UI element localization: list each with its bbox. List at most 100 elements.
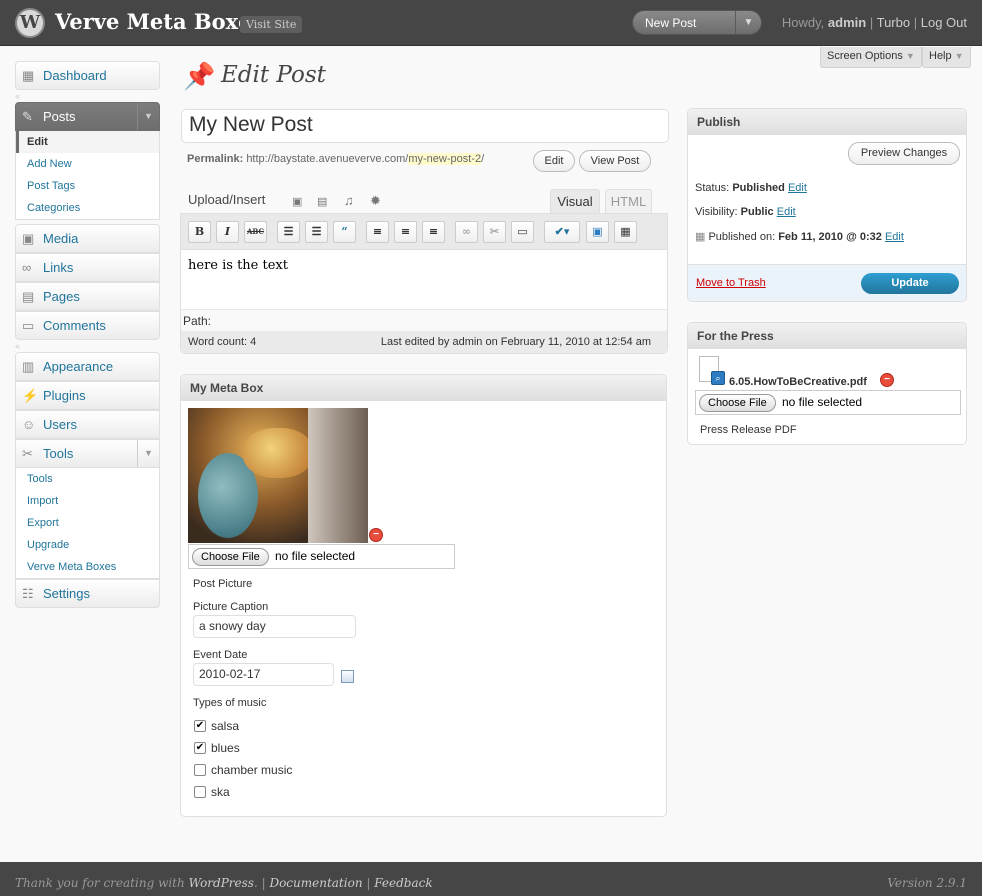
calendar-icon[interactable] (341, 670, 354, 683)
edit-date-link[interactable]: Edit (885, 231, 904, 243)
editor-content[interactable]: here is the text (188, 258, 288, 273)
caption-label: Picture Caption (193, 601, 269, 613)
post-title-input[interactable]: My New Post (181, 109, 669, 143)
submenu-edit[interactable]: Edit (16, 131, 159, 153)
align-left-icon[interactable]: ≡ (366, 221, 389, 243)
fullscreen-icon[interactable]: ▣ (586, 221, 609, 243)
view-post-button[interactable]: View Post (579, 150, 651, 172)
edit-status-link[interactable]: Edit (788, 182, 807, 194)
permalink-slug[interactable]: my-new-post-2 (408, 153, 482, 165)
menu-comments[interactable]: ▭ Comments (15, 311, 160, 340)
press-box-title[interactable]: For the Press (688, 323, 966, 349)
strikethrough-button[interactable]: ABC (244, 221, 267, 243)
menu-posts[interactable]: ✎ Posts ▼ (15, 102, 160, 131)
tab-html[interactable]: HTML (605, 189, 652, 214)
menu-tools[interactable]: ✂ Tools ▼ (15, 439, 160, 468)
spellcheck-icon[interactable]: ✔▾ (544, 221, 580, 243)
menu-links[interactable]: ∞ Links (15, 253, 160, 282)
choose-file-button[interactable]: Choose File (192, 548, 269, 566)
move-to-trash-link[interactable]: Move to Trash (696, 277, 766, 289)
no-file-text: no file selected (782, 395, 863, 409)
kitchen-sink-icon[interactable]: ▦ (614, 221, 637, 243)
press-release-label: Press Release PDF (700, 424, 797, 436)
align-right-icon[interactable]: ≡ (422, 221, 445, 243)
turbo-link[interactable]: Turbo (877, 15, 910, 30)
post-picture-image (188, 408, 368, 543)
for-the-press-box: For the Press ⌕ 6.05.HowToBeCreative.pdf… (687, 322, 967, 445)
add-media-icon[interactable]: ✹ (370, 193, 381, 209)
menu-dashboard[interactable]: ▦ Dashboard (15, 61, 160, 90)
add-image-icon[interactable]: ▣ (292, 195, 302, 208)
visibility-row: Visibility: Public Edit (695, 206, 796, 218)
update-button[interactable]: Update (861, 273, 959, 294)
submenu-verve-meta-boxes[interactable]: Verve Meta Boxes (16, 556, 159, 578)
more-tag-icon[interactable]: ▭ (511, 221, 534, 243)
chevron-down-icon[interactable]: ▼ (137, 103, 159, 130)
blues-checkbox[interactable]: ✔ (194, 742, 206, 754)
favorite-actions-dropdown[interactable]: New Post ▼ (632, 10, 762, 35)
pdf-file-input[interactable]: Choose File no file selected (695, 390, 961, 415)
word-count: Word count: 4 (188, 336, 257, 348)
status-row: Status: Published Edit (695, 182, 807, 194)
blockquote-icon[interactable]: “ (333, 221, 356, 243)
version-text: Version 2.9.1 (887, 876, 967, 890)
bullet-list-icon[interactable]: ☰ (277, 221, 300, 243)
align-center-icon[interactable]: ≡ (394, 221, 417, 243)
menu-plugins[interactable]: ⚡ Plugins (15, 381, 160, 410)
link-icon[interactable]: ∞ (455, 221, 478, 243)
visit-site-button[interactable]: Visit Site (240, 16, 303, 33)
ska-checkbox[interactable] (194, 786, 206, 798)
username-link[interactable]: admin (828, 15, 866, 30)
menu-pages[interactable]: ▤ Pages (15, 282, 160, 311)
users-icon: ☺ (22, 417, 36, 432)
pdf-filename[interactable]: 6.05.HowToBeCreative.pdf (729, 376, 867, 388)
add-audio-icon[interactable]: ♫ (344, 193, 354, 208)
submenu-import[interactable]: Import (16, 490, 159, 512)
menu-appearance[interactable]: ▥ Appearance (15, 352, 160, 381)
submenu-categories[interactable]: Categories (16, 197, 159, 219)
chevron-down-icon[interactable]: ▼ (735, 11, 761, 34)
user-info: Howdy, admin | Turbo | Log Out (781, 15, 967, 30)
submenu-upgrade[interactable]: Upgrade (16, 534, 159, 556)
menu-separator: « (15, 341, 21, 351)
upload-insert-label: Upload/Insert (188, 192, 266, 207)
delete-icon[interactable]: − (369, 528, 383, 542)
feedback-link[interactable]: Feedback (374, 876, 432, 890)
menu-media[interactable]: ▣ Media (15, 224, 160, 253)
wordpress-link[interactable]: WordPress (189, 876, 254, 890)
menu-users[interactable]: ☺ Users (15, 410, 160, 439)
italic-button[interactable]: I (216, 221, 239, 243)
chamber-music-checkbox[interactable] (194, 764, 206, 776)
delete-icon[interactable]: − (880, 373, 894, 387)
checkbox-label: chamber music (211, 763, 293, 777)
unlink-icon[interactable]: ✂ (483, 221, 506, 243)
submenu-tools[interactable]: Tools (16, 468, 159, 490)
submenu-post-tags[interactable]: Post Tags (16, 175, 159, 197)
submenu-export[interactable]: Export (16, 512, 159, 534)
screen-options-button[interactable]: Screen Options ▼ (820, 47, 922, 68)
add-video-icon[interactable]: ▤ (317, 195, 327, 208)
edit-permalink-button[interactable]: Edit (533, 150, 575, 172)
salsa-checkbox[interactable]: ✔ (194, 720, 206, 732)
picture-file-input[interactable]: Choose File no file selected (188, 544, 455, 569)
tab-visual[interactable]: Visual (550, 189, 600, 214)
new-post-action[interactable]: New Post (645, 16, 696, 30)
edit-visibility-link[interactable]: Edit (777, 206, 796, 218)
meta-box-title[interactable]: My Meta Box (181, 375, 666, 401)
bold-button[interactable]: B (188, 221, 211, 243)
menu-settings[interactable]: ☷ Settings (15, 579, 160, 608)
documentation-link[interactable]: Documentation (269, 876, 362, 890)
preview-changes-button[interactable]: Preview Changes (848, 142, 960, 165)
chevron-down-icon[interactable]: ▼ (137, 440, 159, 467)
caption-input[interactable]: a snowy day (193, 615, 356, 638)
numbered-list-icon[interactable]: ☰ (305, 221, 328, 243)
status-value: Published (732, 182, 785, 194)
submenu-add-new[interactable]: Add New (16, 153, 159, 175)
logout-link[interactable]: Log Out (921, 15, 967, 30)
choose-file-button[interactable]: Choose File (699, 394, 776, 412)
editor-toolbar: B I ABC ☰ ☰ “ ≡ ≡ ≡ ∞ ✂ ▭ ✔▾ ▣ ▦ (181, 214, 667, 250)
event-date-input[interactable]: 2010-02-17 (193, 663, 334, 686)
publish-title[interactable]: Publish (688, 109, 966, 135)
help-button[interactable]: Help ▼ (922, 47, 971, 68)
plugin-icon: ⚡ (22, 388, 39, 403)
